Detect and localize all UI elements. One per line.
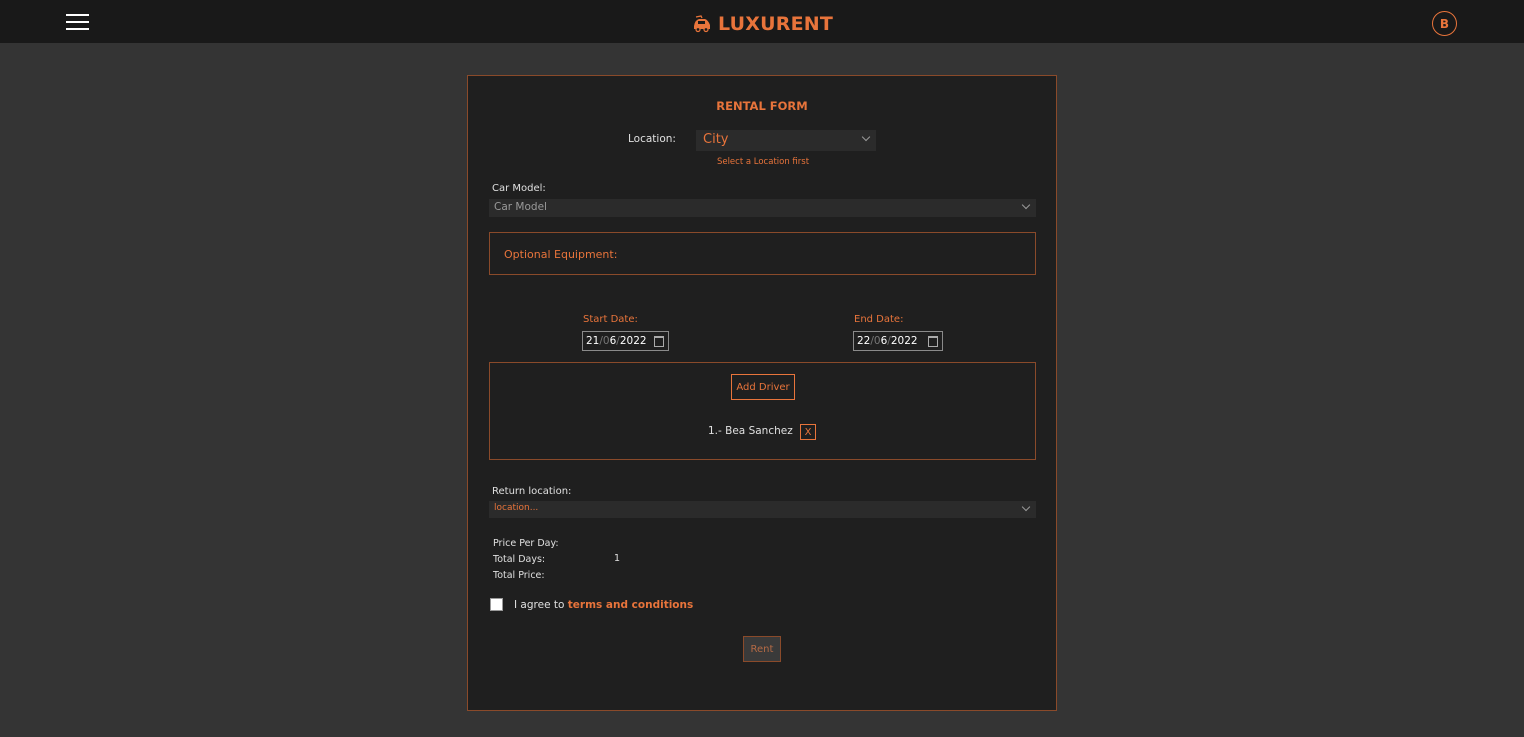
end-date-year: 2022 <box>890 335 918 347</box>
location-hint: Select a Location first <box>716 157 810 167</box>
calendar-icon[interactable] <box>654 336 664 347</box>
total-price-label: Total Price: <box>493 570 545 581</box>
end-date-month-lead: 0 <box>873 335 881 347</box>
terms-agreement: I agree to terms and conditions <box>514 599 693 611</box>
location-select-value: City <box>703 132 729 147</box>
terms-link[interactable]: terms and conditions <box>568 599 693 611</box>
return-location-label: Return location: <box>492 486 572 497</box>
start-date-month: 6 <box>609 335 617 347</box>
start-date-input[interactable]: 21/0 6/2022 <box>582 331 669 351</box>
rent-button[interactable]: Rent <box>743 636 781 662</box>
drivers-box: Add Driver 1.- Bea Sanchez X <box>489 362 1036 460</box>
end-date-month: 6 <box>880 335 888 347</box>
chevron-down-icon <box>861 132 871 142</box>
top-navbar: LUXURENT B <box>0 0 1524 43</box>
brand-name: LUXURENT <box>718 13 834 35</box>
return-location-select-value: location... <box>494 503 539 513</box>
start-date-label: Start Date: <box>583 314 638 325</box>
total-days-label: Total Days: <box>493 554 546 565</box>
start-date-month-lead: 0 <box>602 335 610 347</box>
start-date-year: 2022 <box>619 335 647 347</box>
user-avatar[interactable]: B <box>1432 11 1457 36</box>
car-logo-icon <box>694 15 710 33</box>
menu-icon[interactable] <box>66 14 90 32</box>
brand-logo[interactable]: LUXURENT <box>692 12 833 36</box>
driver-list-item: 1.- Bea Sanchez <box>708 425 793 437</box>
optional-equipment-box: Optional Equipment: <box>489 232 1036 275</box>
optional-equipment-label: Optional Equipment: <box>504 248 618 261</box>
car-model-select-value: Car Model <box>494 201 547 213</box>
car-model-label: Car Model: <box>492 183 546 194</box>
start-date-day: 21 <box>586 335 600 347</box>
rental-form: RENTAL FORM Location: City Select a Loca… <box>467 75 1057 711</box>
total-days-value: 1 <box>614 553 621 564</box>
end-date-day: 22 <box>857 335 871 347</box>
location-label: Location: <box>628 133 676 145</box>
return-location-select[interactable]: location... <box>489 501 1036 518</box>
calendar-icon[interactable] <box>928 336 938 347</box>
remove-driver-button[interactable]: X <box>800 424 816 440</box>
car-model-select[interactable]: Car Model <box>489 199 1036 217</box>
form-title: RENTAL FORM <box>716 99 808 113</box>
agree-prefix: I agree to <box>514 599 568 611</box>
add-driver-button[interactable]: Add Driver <box>731 374 795 400</box>
end-date-input[interactable]: 22/0 6/2022 <box>853 331 943 351</box>
chevron-down-icon <box>1021 200 1031 210</box>
chevron-down-icon <box>1021 502 1031 512</box>
terms-checkbox[interactable] <box>490 598 503 611</box>
end-date-label: End Date: <box>854 314 904 325</box>
price-per-day-label: Price Per Day: <box>493 538 559 549</box>
location-select[interactable]: City <box>696 130 876 151</box>
